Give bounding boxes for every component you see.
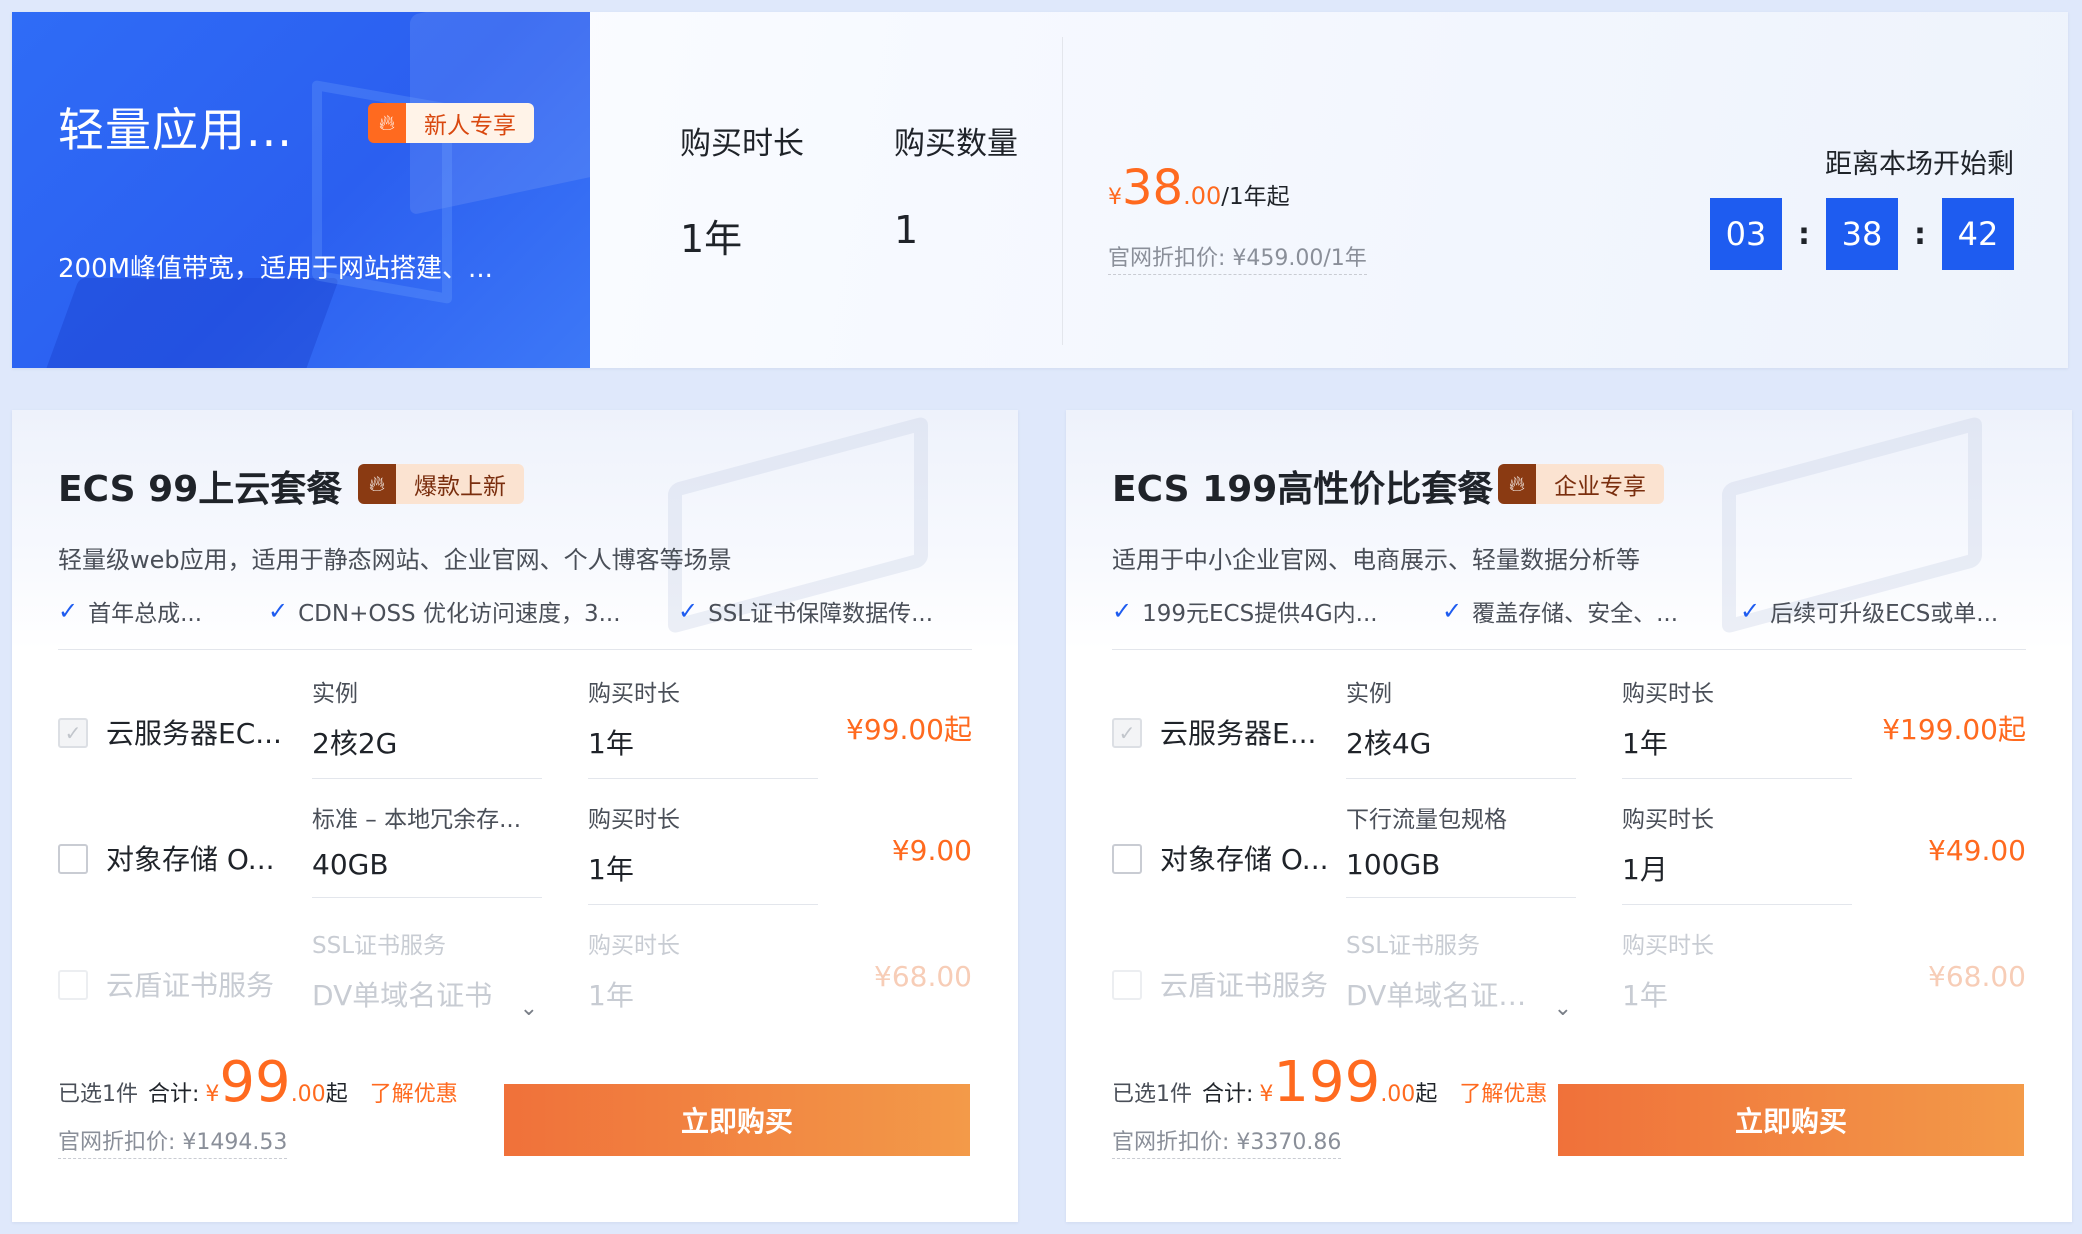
check-icon: ✓ bbox=[268, 597, 289, 625]
product-checkbox[interactable] bbox=[58, 844, 88, 874]
package-description: 轻量级web应用，适用于静态网站、企业官网、个人博客等场景 bbox=[58, 546, 732, 574]
product-row: 对象存储 O... 标准 – 本地冗余存... 40GB 购买时长 1年 ¥9.… bbox=[58, 788, 972, 906]
product-row: ✓ 云服务器EC... 实例 2核2G 购买时长 1年 ¥99.00起 bbox=[58, 662, 972, 780]
buy-now-button[interactable]: 立即购买 bbox=[1558, 1084, 2024, 1156]
spec-selector[interactable]: 标准 – 本地冗余存... 40GB bbox=[312, 800, 542, 898]
row-price: ¥9.00 bbox=[891, 834, 972, 867]
spec-selector[interactable]: SSL证书服务 DV单域名证书... ⌄ bbox=[1346, 926, 1576, 1030]
duration-selector[interactable]: 购买时长 1年 bbox=[1622, 674, 1852, 779]
learn-discount-link[interactable]: 了解优惠 bbox=[370, 1082, 458, 1107]
hero-decoration bbox=[24, 278, 340, 368]
countdown-seconds: 42 bbox=[1942, 198, 2014, 270]
order-summary: 已选1件 合计: ¥99.00起 了解优惠 bbox=[58, 1050, 458, 1115]
fire-icon: 🔥︎ bbox=[368, 103, 406, 143]
check-icon: ✓ bbox=[1442, 597, 1463, 625]
check-icon: ✓ bbox=[58, 597, 79, 625]
badge-label: 新人专享 bbox=[406, 103, 534, 143]
package-description: 适用于中小企业官网、电商展示、轻量数据分析等 bbox=[1112, 546, 1640, 574]
hot-badge: 🔥︎ 爆款上新 bbox=[358, 464, 524, 504]
product-row: 云盾证书服务 SSL证书服务 DV单域名证书 ⌄ 购买时长 1年 ¥68.00 bbox=[58, 914, 972, 1032]
fire-icon: 🔥︎ bbox=[358, 464, 396, 504]
feature-list: ✓ 199元ECS提供4G内... ✓ 覆盖存储、安全、... ✓ 后续可升级ECS或… bbox=[1112, 594, 2026, 628]
chevron-down-icon[interactable]: ⌄ bbox=[520, 996, 538, 1021]
badge-label: 爆款上新 bbox=[396, 464, 524, 504]
product-row: ✓ 云服务器E... 实例 2核4G 购买时长 1年 ¥199.00起 bbox=[1112, 662, 2026, 780]
countdown-separator: : bbox=[1914, 216, 1926, 252]
hero-banner: 轻量应用... 🔥︎ 新人专享 200M峰值带宽，适用于网站搭建、... bbox=[12, 12, 590, 368]
product-name: 对象存储 O... bbox=[106, 843, 275, 876]
check-icon: ✓ bbox=[678, 597, 699, 625]
countdown-timer: 03 : 38 : 42 bbox=[1710, 198, 2014, 270]
countdown-separator: : bbox=[1798, 216, 1810, 252]
learn-discount-link[interactable]: 了解优惠 bbox=[1459, 1082, 1547, 1107]
countdown-hours: 03 bbox=[1710, 198, 1782, 270]
hero-title: 轻量应用... bbox=[58, 103, 293, 157]
check-icon: ✓ bbox=[1740, 597, 1761, 625]
feature-list: ✓ 首年总成... ✓ CDN+OSS 优化访问速度，3... ✓ SSL证书保障数据… bbox=[58, 594, 972, 628]
divider bbox=[58, 649, 972, 650]
spec-selector[interactable]: SSL证书服务 DV单域名证书 ⌄ bbox=[312, 926, 542, 1030]
chevron-down-icon[interactable]: ⌄ bbox=[1554, 996, 1572, 1021]
row-price: ¥99.00起 bbox=[846, 713, 972, 746]
duration-selector[interactable]: 购买时长 1月 bbox=[1622, 800, 1852, 905]
buy-now-button[interactable]: 立即购买 bbox=[504, 1084, 970, 1156]
duration-selector[interactable]: 购买时长 1年 bbox=[588, 674, 818, 779]
original-price: 官网折扣价: ¥459.00/1年 bbox=[1108, 240, 1367, 275]
feature-item: ✓ 199元ECS提供4G内... bbox=[1112, 597, 1378, 627]
duration-selector[interactable]: 购买时长 1年 bbox=[1622, 926, 1852, 1030]
product-row: 云盾证书服务 SSL证书服务 DV单域名证书... ⌄ 购买时长 1年 ¥68.… bbox=[1112, 914, 2026, 1032]
product-name: 云服务器EC... bbox=[106, 717, 282, 750]
enterprise-badge: 🔥︎ 企业专享 bbox=[1498, 464, 1664, 504]
feature-item: ✓ 覆盖存储、安全、... bbox=[1442, 597, 1679, 627]
promo-card[interactable]: 轻量应用... 🔥︎ 新人专享 200M峰值带宽，适用于网站搭建、... 购买时… bbox=[12, 12, 2068, 368]
product-checkbox[interactable] bbox=[1112, 970, 1142, 1000]
row-price: ¥49.00 bbox=[1928, 834, 2026, 867]
product-name: 对象存储 O... bbox=[1160, 843, 1329, 876]
product-name: 云服务器E... bbox=[1160, 717, 1317, 750]
order-summary: 已选1件 合计: ¥199.00起 了解优惠 bbox=[1112, 1050, 1548, 1115]
promo-price: ¥38.00/1年起 bbox=[1108, 160, 1290, 216]
product-name: 云盾证书服务 bbox=[106, 969, 275, 1002]
product-checkbox[interactable] bbox=[1112, 844, 1142, 874]
badge-label: 企业专享 bbox=[1536, 464, 1664, 504]
feature-item: ✓ SSL证书保障数据传... bbox=[678, 597, 934, 627]
new-user-badge: 🔥︎ 新人专享 bbox=[368, 103, 534, 143]
row-price: ¥199.00起 bbox=[1882, 713, 2026, 746]
product-checkbox[interactable]: ✓ bbox=[58, 718, 88, 748]
spec-selector[interactable]: 实例 2核4G bbox=[1346, 674, 1576, 779]
quantity-label: 购买数量 bbox=[894, 126, 1018, 162]
package-card: ECS 199高性价比套餐 🔥︎ 企业专享 适用于中小企业官网、电商展示、轻量数… bbox=[1066, 410, 2072, 1222]
feature-item: ✓ CDN+OSS 优化访问速度，3... bbox=[268, 597, 621, 627]
fire-icon: 🔥︎ bbox=[1498, 464, 1536, 504]
row-price: ¥68.00 bbox=[874, 960, 972, 993]
feature-item: ✓ 后续可升级ECS或单... bbox=[1740, 597, 1999, 627]
product-checkbox[interactable]: ✓ bbox=[1112, 718, 1142, 748]
quantity-value: 1 bbox=[894, 208, 919, 252]
countdown-minutes: 38 bbox=[1826, 198, 1898, 270]
divider bbox=[1062, 37, 1063, 345]
package-title: ECS 99上云套餐 bbox=[58, 469, 343, 510]
duration-selector[interactable]: 购买时长 1年 bbox=[588, 926, 818, 1030]
package-card: ECS 99上云套餐 🔥︎ 爆款上新 轻量级web应用，适用于静态网站、企业官网… bbox=[12, 410, 1018, 1222]
duration-label: 购买时长 bbox=[680, 126, 804, 162]
original-price: 官网折扣价: ¥3370.86 bbox=[1112, 1124, 1342, 1159]
duration-value: 1年 bbox=[680, 217, 743, 261]
check-icon: ✓ bbox=[1112, 597, 1133, 625]
countdown-label: 距离本场开始剩 bbox=[1825, 149, 2014, 180]
feature-item: ✓ 首年总成... bbox=[58, 597, 203, 627]
product-row: 对象存储 O... 下行流量包规格 100GB 购买时长 1月 ¥49.00 bbox=[1112, 788, 2026, 906]
hero-description: 200M峰值带宽，适用于网站搭建、... bbox=[58, 254, 493, 284]
spec-selector[interactable]: 实例 2核2G bbox=[312, 674, 542, 779]
duration-selector[interactable]: 购买时长 1年 bbox=[588, 800, 818, 905]
spec-selector[interactable]: 下行流量包规格 100GB bbox=[1346, 800, 1576, 898]
product-name: 云盾证书服务 bbox=[1160, 969, 1329, 1002]
package-title: ECS 199高性价比套餐 bbox=[1112, 469, 1494, 510]
row-price: ¥68.00 bbox=[1928, 960, 2026, 993]
product-checkbox[interactable] bbox=[58, 970, 88, 1000]
original-price: 官网折扣价: ¥1494.53 bbox=[58, 1124, 288, 1159]
divider bbox=[1112, 649, 2026, 650]
